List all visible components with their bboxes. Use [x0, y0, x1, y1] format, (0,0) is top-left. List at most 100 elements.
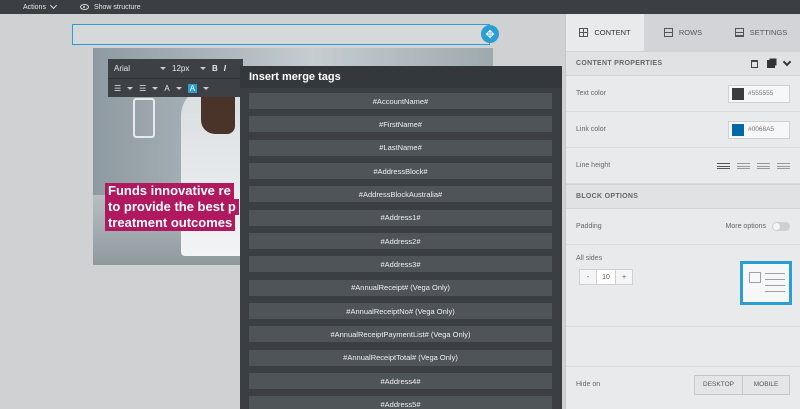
link-color-swatch [732, 123, 744, 136]
content-properties-header: CONTENT PROPERTIES [566, 51, 800, 76]
merge-tag-item[interactable]: #FirstName# [249, 116, 552, 133]
rows-icon [663, 28, 673, 37]
show-structure-label: Show structure [93, 3, 141, 11]
link-color-picker[interactable]: #0068A5 [728, 120, 790, 139]
block-options-header: BLOCK OPTIONS [566, 184, 800, 209]
merge-tag-item[interactable]: #Address1# [249, 209, 552, 226]
line-height-small-icon[interactable] [717, 162, 730, 169]
text-color-value: #555555 [748, 90, 774, 97]
hide-on-mobile-button[interactable]: MOBILE [742, 375, 789, 394]
merge-tag-item[interactable]: #AnnualReceipt# (Vega Only) [249, 279, 552, 296]
font-size-select[interactable]: 12px [172, 64, 206, 73]
tab-content[interactable]: CONTENT [566, 14, 644, 51]
bold-button[interactable]: B [212, 64, 218, 73]
merge-tag-item[interactable]: #Address4# [249, 373, 552, 390]
headline-line-2: to provide the best p [105, 199, 239, 215]
chevron-down-icon[interactable] [175, 86, 182, 90]
all-sides-label: All sides [576, 255, 603, 262]
padding-label: Padding [576, 223, 602, 230]
merge-tag-item[interactable]: #Address2# [249, 233, 552, 250]
tab-settings-label: SETTINGS [749, 28, 788, 37]
padding-preview-icon [740, 261, 792, 305]
tab-rows[interactable]: ROWS [644, 14, 722, 51]
line-height-xlarge-icon[interactable] [777, 162, 790, 169]
text-format-toolbar: Arial 12px B I ☰ ☰ A A [108, 59, 243, 97]
merge-tag-item[interactable]: #AccountName# [249, 93, 552, 109]
highlight-color-button[interactable]: A [187, 83, 198, 93]
top-bar: Actions Show structure [0, 0, 800, 14]
padding-row: Padding More options [566, 209, 800, 245]
font-size-value: 12px [172, 64, 190, 73]
move-handle-icon[interactable]: ✥ [481, 25, 499, 43]
image-placeholder-icon [749, 272, 761, 283]
headline-line-3: treatment outcomes [105, 215, 236, 231]
panel-tabs: CONTENT ROWS SETTINGS [566, 14, 800, 51]
font-family-select[interactable]: Arial [114, 64, 166, 73]
chevron-down-icon[interactable] [782, 57, 792, 67]
eye-icon [79, 4, 89, 10]
merge-tag-item[interactable]: #AnnualReceiptNo# (Vega Only) [249, 303, 552, 320]
chevron-down-icon [49, 1, 58, 10]
headline-line-1: Funds innovative re [105, 183, 234, 199]
merge-tag-item[interactable]: #LastName# [249, 139, 552, 156]
merge-tags-popup: Insert merge tags #AccountName# #FirstNa… [240, 66, 562, 409]
text-line [765, 285, 785, 286]
link-color-value: #0068A5 [748, 126, 775, 133]
more-options-label: More options [725, 223, 766, 230]
text-line [765, 279, 785, 280]
bullet-list-icon[interactable]: ☰ [139, 84, 146, 93]
trash-icon[interactable] [751, 59, 758, 68]
block-options-label: BLOCK OPTIONS [576, 193, 639, 200]
chevron-down-icon[interactable] [203, 86, 210, 90]
merge-tag-item[interactable]: #AddressBlockAustralia# [249, 186, 552, 203]
merge-tags-list: #AccountName# #FirstName# #LastName# #Ad… [240, 88, 562, 409]
merge-tag-item[interactable]: #Address5# [249, 396, 552, 409]
merge-tag-item[interactable]: #AnnualReceiptPaymentList# (Vega Only) [249, 326, 552, 343]
chevron-down-icon[interactable] [152, 86, 159, 90]
padding-decrement-button[interactable]: - [580, 270, 596, 284]
line-height-medium-icon[interactable] [737, 162, 750, 169]
merge-tag-item[interactable]: #AnnualReceiptTotal# (Vega Only) [249, 349, 552, 366]
hide-on-selector: DESKTOP MOBILE [694, 374, 790, 395]
chevron-down-icon [160, 67, 166, 70]
padding-stepper: - 10 + [579, 269, 633, 285]
hide-on-label: Hide on [576, 381, 601, 388]
line-height-row: Line height [566, 148, 800, 184]
actions-label: Actions [23, 3, 46, 11]
settings-icon [734, 28, 744, 37]
show-structure-toggle[interactable]: Show structure [79, 3, 141, 11]
line-height-label: Line height [576, 162, 611, 169]
text-color-row: Text color #555555 [566, 76, 800, 112]
merge-tags-title: Insert merge tags [240, 66, 562, 88]
tab-rows-label: ROWS [678, 28, 703, 37]
more-options-switch[interactable] [772, 222, 790, 231]
tab-settings[interactable]: SETTINGS [722, 14, 800, 51]
merge-tag-item[interactable]: #AddressBlock# [249, 163, 552, 180]
ordered-list-icon[interactable]: ☰ [114, 84, 121, 93]
properties-panel: CONTENT ROWS SETTINGS CONTENT PROPERTIES… [565, 14, 800, 409]
font-family-value: Arial [114, 64, 131, 73]
text-line [765, 273, 785, 274]
grid-icon [579, 28, 589, 37]
actions-menu[interactable]: Actions [23, 1, 58, 11]
font-color-button[interactable]: A [164, 84, 169, 93]
link-color-label: Link color [576, 126, 606, 133]
padding-value-input[interactable]: 10 [596, 270, 616, 284]
italic-button[interactable]: I [224, 64, 226, 73]
lab-glassware [133, 98, 155, 138]
selected-text-block[interactable] [72, 24, 490, 45]
padding-all-sides: All sides - 10 + [566, 245, 800, 327]
hide-on-desktop-button[interactable]: DESKTOP [695, 375, 742, 394]
tab-content-label: CONTENT [594, 28, 631, 37]
content-properties-label: CONTENT PROPERTIES [576, 60, 663, 67]
line-height-large-icon[interactable] [757, 162, 770, 169]
text-color-picker[interactable]: #555555 [728, 84, 790, 103]
chevron-down-icon[interactable] [127, 86, 134, 90]
padding-increment-button[interactable]: + [616, 270, 632, 284]
text-color-label: Text color [576, 90, 606, 97]
link-color-row: Link color #0068A5 [566, 112, 800, 148]
chevron-down-icon [200, 67, 206, 70]
duplicate-icon[interactable] [767, 59, 775, 68]
merge-tag-item[interactable]: #Address3# [249, 256, 552, 273]
text-line [765, 291, 785, 292]
